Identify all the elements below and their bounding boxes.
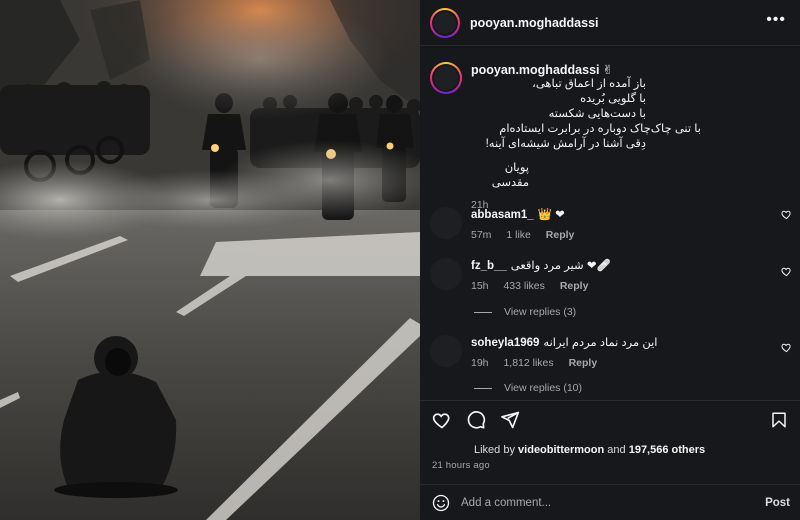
- caption-line: با تنی چاک‌چاک دوباره در برابرت ایستاده‌…: [499, 123, 701, 135]
- more-horizontal-icon[interactable]: •••: [766, 12, 786, 28]
- commenter-username[interactable]: abbasam1_: [471, 209, 534, 221]
- comment-text: 👑 ❤: [537, 209, 565, 221]
- caption-signature: پویان مقدسی: [491, 162, 529, 189]
- liked-by-user[interactable]: videobittermoon: [518, 444, 604, 456]
- like-comment-heart-icon[interactable]: [781, 342, 792, 353]
- view-replies-toggle[interactable]: View replies (10): [474, 382, 582, 394]
- commenter-avatar[interactable]: [430, 335, 462, 367]
- post-timestamp[interactable]: 21 hours ago: [432, 460, 490, 471]
- caption-text: باز آمده از اعماق تباهی، با گلویی بُریده…: [471, 77, 701, 191]
- bookmark-icon[interactable]: [770, 410, 788, 430]
- comment-likes[interactable]: 1,812 likes: [503, 357, 553, 369]
- comment-time[interactable]: 19h: [471, 357, 489, 369]
- comment-likes[interactable]: 433 likes: [503, 280, 544, 292]
- reply-button[interactable]: Reply: [560, 280, 589, 292]
- reply-button[interactable]: Reply: [569, 357, 598, 369]
- comment-input[interactable]: [461, 497, 731, 509]
- caption-line: [471, 152, 646, 161]
- commenter-username[interactable]: soheyla1969: [471, 337, 539, 349]
- comment-icon[interactable]: [466, 410, 486, 430]
- post-side-panel: pooyan.moghaddassi ••• pooyan.moghaddass…: [420, 0, 800, 520]
- street-protest-photo: [0, 0, 420, 520]
- commenter-username[interactable]: fz_b__: [471, 260, 507, 272]
- post-header: pooyan.moghaddassi •••: [420, 0, 800, 46]
- caption-line: باز آمده از اعماق تباهی،: [532, 78, 646, 90]
- caption-line: با گلویی بُریده: [580, 93, 646, 105]
- comment-time[interactable]: 57m: [471, 229, 491, 241]
- like-comment-heart-icon[interactable]: [781, 209, 792, 220]
- post-photo[interactable]: [0, 0, 420, 520]
- comment-likes[interactable]: 1 like: [506, 229, 531, 241]
- view-replies-label[interactable]: View replies (3): [504, 306, 576, 318]
- author-avatar[interactable]: [430, 7, 460, 38]
- comment-time[interactable]: 15h: [471, 280, 489, 292]
- view-replies-label[interactable]: View replies (10): [504, 382, 582, 394]
- caption-line: دِقی آشنا در آرامش شیشه‌ای آینه!: [485, 138, 646, 150]
- reply-divider-line: [474, 311, 492, 313]
- victory-hand-emoji: ✌: [602, 63, 613, 77]
- post-comment-button[interactable]: Post: [765, 497, 790, 509]
- author-username[interactable]: pooyan.moghaddassi: [470, 16, 599, 30]
- emoji-icon[interactable]: [432, 494, 450, 512]
- reply-divider-line: [474, 387, 492, 389]
- commenter-avatar[interactable]: [430, 207, 462, 239]
- share-icon[interactable]: [500, 410, 520, 430]
- comment-text: شیر مرد واقعی ❤🩹: [510, 260, 611, 272]
- comment-text: این مرد نماد مردم ایرانه: [543, 337, 658, 349]
- caption-author-avatar[interactable]: [430, 62, 462, 94]
- view-replies-toggle[interactable]: View replies (3): [474, 306, 576, 318]
- heart-icon[interactable]: [432, 410, 452, 430]
- caption-username[interactable]: pooyan.moghaddassi: [471, 63, 600, 77]
- reply-button[interactable]: Reply: [546, 229, 575, 241]
- add-comment-bar: Post: [420, 484, 800, 520]
- instagram-post-modal: pooyan.moghaddassi ••• pooyan.moghaddass…: [0, 0, 800, 520]
- liked-by-count[interactable]: 197,566 others: [629, 444, 705, 456]
- liked-by-summary[interactable]: Liked by videobittermoon and 197,566 oth…: [474, 444, 705, 456]
- caption-line: با دست‌هایی شکسته: [548, 108, 646, 120]
- liked-by-prefix: Liked by: [474, 444, 515, 456]
- commenter-avatar[interactable]: [430, 258, 462, 290]
- like-comment-heart-icon[interactable]: [781, 266, 792, 277]
- post-actions: Liked by videobittermoon and 197,566 oth…: [420, 400, 800, 520]
- liked-by-and: and: [607, 444, 626, 456]
